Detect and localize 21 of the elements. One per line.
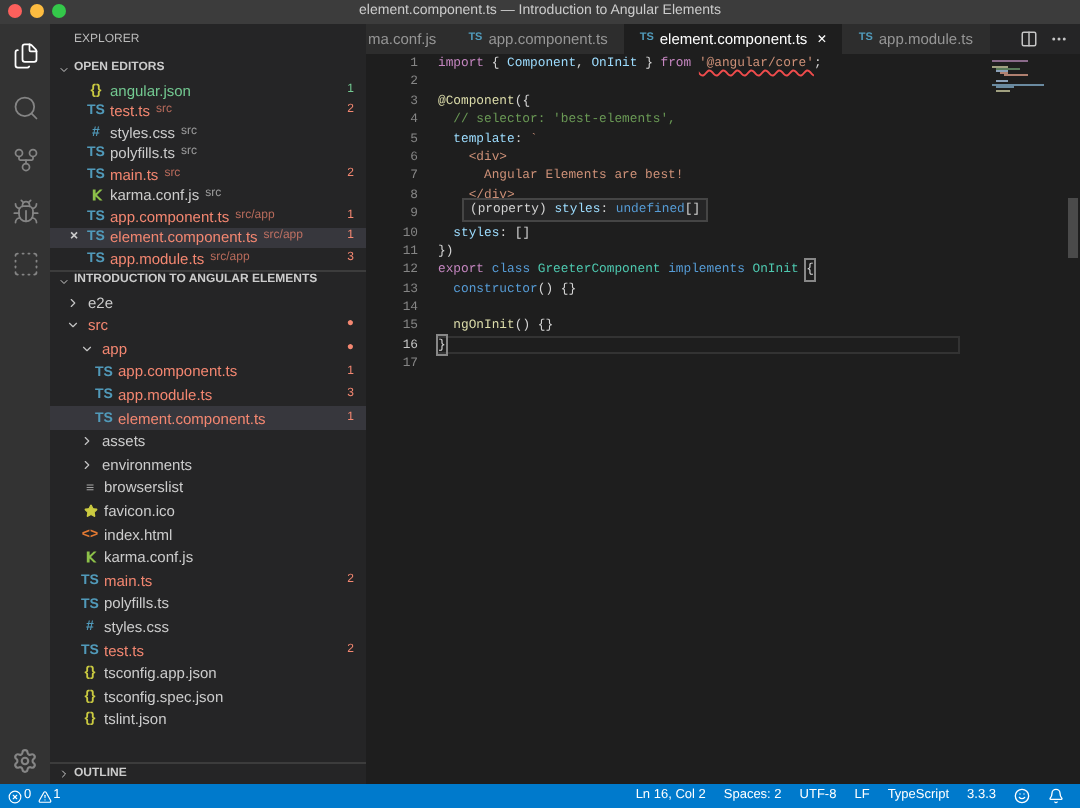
smiley-icon[interactable]: [1014, 788, 1030, 804]
scrollbar-thumb[interactable]: [1068, 198, 1078, 258]
warning-icon: [37, 789, 52, 803]
chevron-right-icon: [58, 768, 70, 780]
bug-icon[interactable]: [11, 198, 39, 226]
search-icon[interactable]: [11, 94, 39, 122]
close-tab-button[interactable]: ×: [817, 27, 827, 51]
files-icon[interactable]: [11, 42, 39, 70]
split-editor-icon[interactable]: [1020, 30, 1038, 48]
branch-icon[interactable]: [11, 146, 39, 174]
zoom-window-button[interactable]: [52, 4, 66, 18]
minimap: [992, 60, 1044, 92]
error-icon: [8, 789, 22, 803]
chevron-down-icon: [58, 63, 70, 75]
settings-icon[interactable]: [12, 748, 38, 774]
chevron-down-icon: [58, 275, 70, 287]
close-window-button[interactable]: [8, 4, 22, 18]
chevron-right-icon: [66, 295, 80, 310]
minimize-window-button[interactable]: [30, 4, 44, 18]
bell-icon[interactable]: [1048, 788, 1064, 804]
extensions-icon[interactable]: [11, 250, 39, 278]
